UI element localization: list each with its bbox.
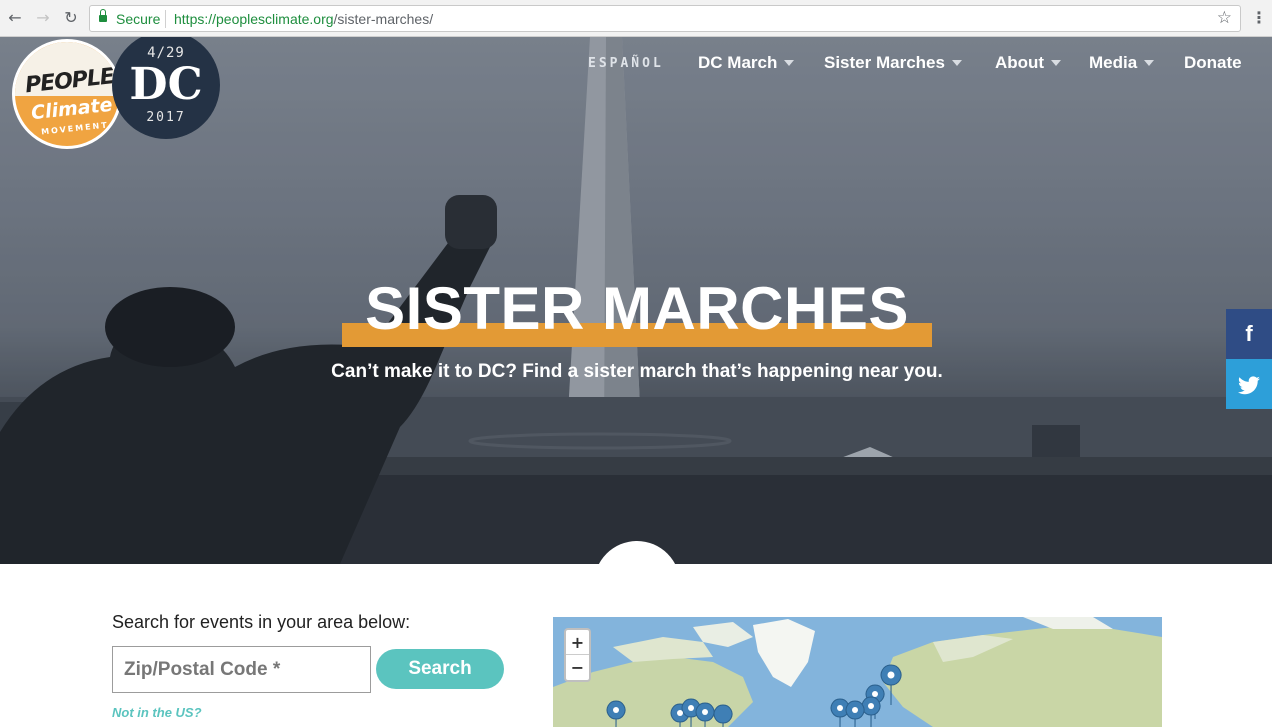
nav-dc-march-label: DC March [698,53,778,72]
browser-toolbar: ← → ↻ Secure https://peoplesclimate.org/… [0,0,1272,37]
logo-text-climate: Climate [30,93,114,125]
nav-media-label: Media [1089,53,1138,72]
nav-sister-marches-label: Sister Marches [824,53,945,72]
hero-title-block: SISTER MARCHES [342,274,932,348]
lock-icon [99,9,107,23]
forward-icon[interactable]: → [33,8,53,28]
nav-dc-march[interactable]: DC March [698,53,795,73]
zip-code-input[interactable] [112,646,371,693]
zoom-in-button[interactable]: + [566,630,589,655]
facebook-share-button[interactable]: f [1226,309,1272,359]
nav-about-label: About [995,53,1045,72]
zoom-out-button[interactable]: − [566,655,589,680]
chevron-down-icon [951,59,962,66]
hero-subtitle: Can’t make it to DC? Find a sister march… [331,361,943,382]
main-nav: ESPAÑOL DC March Sister Marches About Me… [0,53,1272,75]
logo-text-movement: MOVEMENT [40,120,110,137]
hero-banner: PEOPLES Climate MOVEMENT 4/29 DC 2017 ES… [0,37,1272,564]
url-path: /sister-marches/ [333,11,434,27]
twitter-share-button[interactable] [1226,359,1272,409]
page-title: SISTER MARCHES [365,275,909,342]
nav-about[interactable]: About [995,53,1062,73]
social-share-bar: f [1226,309,1272,409]
url-separator [165,10,166,28]
facebook-icon: f [1245,321,1253,346]
browser-menu-icon[interactable]: ⋮ [1251,7,1267,29]
nav-donate[interactable]: Donate [1184,53,1242,73]
reload-icon[interactable]: ↻ [61,8,81,28]
bookmark-star-icon[interactable]: ☆ [1217,8,1232,28]
chevron-down-icon [784,59,795,66]
nav-media[interactable]: Media [1089,53,1155,73]
not-in-us-link[interactable]: Not in the US? [112,705,202,720]
url-text[interactable]: https://peoplesclimate.org/sister-marche… [174,11,433,27]
url-host: https://peoplesclimate.org [174,11,334,27]
map-zoom-control: + − [564,628,591,682]
twitter-bird-icon [1238,376,1260,395]
address-bar[interactable]: Secure https://peoplesclimate.org/sister… [89,5,1241,32]
search-section: Search for events in your area below: Se… [0,564,1272,727]
chevron-down-icon [1144,59,1155,66]
nav-sister-marches[interactable]: Sister Marches [824,53,962,73]
search-button[interactable]: Search [376,649,504,689]
map-tiles [553,617,1162,727]
events-map[interactable]: + − [553,617,1162,727]
back-icon[interactable]: ← [5,8,25,28]
secure-label: Secure [116,11,161,27]
chevron-down-icon [1051,59,1062,66]
search-label: Search for events in your area below: [112,612,411,632]
nav-espanol[interactable]: ESPAÑOL [588,56,664,71]
badge-year: 2017 [146,110,186,125]
